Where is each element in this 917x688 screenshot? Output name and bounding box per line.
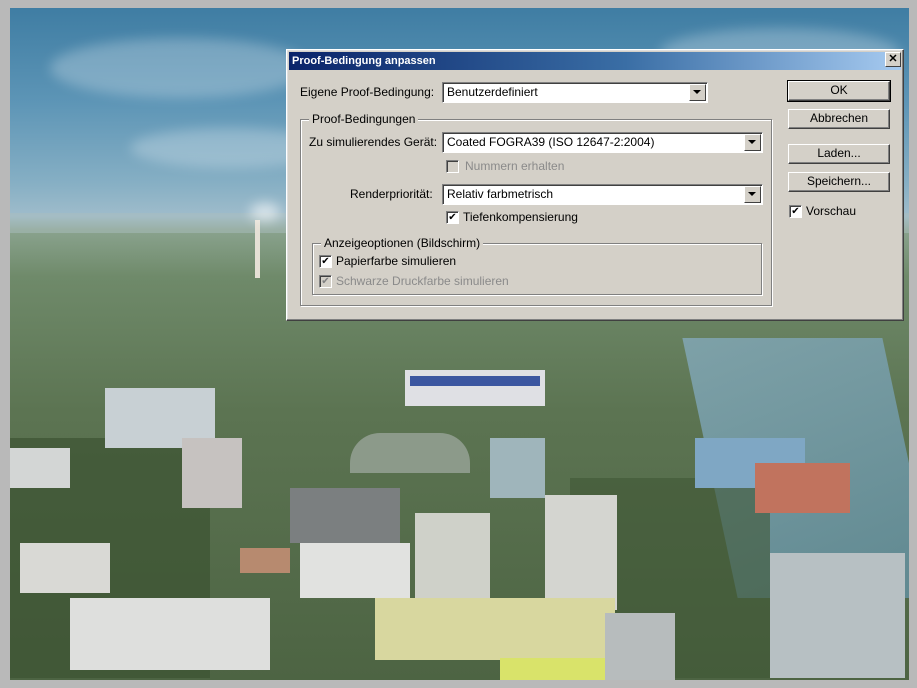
preview-checkbox[interactable]: ✔ (789, 205, 802, 218)
custom-proof-value: Benutzerdefiniert (447, 85, 538, 99)
building (415, 513, 490, 598)
cancel-button[interactable]: Abbrechen (788, 109, 890, 129)
simulate-paper-checkbox[interactable]: ✔ (319, 255, 332, 268)
rendering-intent-select[interactable]: Relativ farbmetrisch (442, 184, 763, 205)
building (410, 376, 540, 386)
proof-conditions-legend: Proof-Bedingungen (309, 112, 419, 126)
dialog-title: Proof-Bedingung anpassen (292, 55, 436, 67)
checkmark-icon: ✔ (448, 212, 457, 223)
building (350, 433, 470, 473)
building (300, 543, 410, 598)
building (70, 598, 270, 670)
building (240, 548, 290, 573)
preview-label: Vorschau (806, 204, 857, 218)
building (375, 598, 615, 660)
checkmark-icon: ✔ (321, 276, 330, 287)
preserve-numbers-checkbox (446, 160, 459, 173)
custom-proof-select[interactable]: Benutzerdefiniert (442, 82, 708, 103)
building (490, 438, 545, 498)
chevron-down-icon[interactable] (744, 134, 761, 151)
building (182, 438, 242, 508)
dialog-titlebar[interactable]: Proof-Bedingung anpassen (289, 52, 901, 70)
rendering-intent-value: Relativ farbmetrisch (447, 187, 554, 201)
device-label: Zu simulierendes Gerät: (309, 135, 438, 149)
close-button[interactable]: ✕ (885, 52, 901, 67)
rendering-intent-label: Renderpriorität: (350, 187, 433, 201)
building (290, 488, 400, 543)
building (755, 463, 850, 513)
building (500, 658, 610, 680)
black-point-compensation-checkbox[interactable]: ✔ (446, 211, 459, 224)
load-button[interactable]: Laden... (788, 144, 890, 164)
device-value: Coated FOGRA39 (ISO 12647-2:2004) (447, 135, 655, 149)
preserve-numbers-label: Nummern erhalten (465, 159, 565, 173)
checkmark-icon: ✔ (791, 206, 800, 217)
close-icon: ✕ (888, 53, 898, 65)
chimney (255, 220, 260, 278)
building (545, 495, 617, 610)
custom-proof-label: Eigene Proof-Bedingung: (300, 85, 435, 99)
building (605, 613, 675, 680)
checkmark-icon: ✔ (321, 256, 330, 267)
chevron-down-icon[interactable] (689, 84, 706, 101)
simulate-black-ink-label: Schwarze Druckfarbe simulieren (336, 274, 509, 288)
black-point-compensation-label: Tiefenkompensierung (463, 210, 578, 224)
simulate-paper-label: Papierfarbe simulieren (336, 254, 457, 268)
save-button[interactable]: Speichern... (788, 172, 890, 192)
device-select[interactable]: Coated FOGRA39 (ISO 12647-2:2004) (442, 132, 763, 153)
proof-setup-dialog: Proof-Bedingung anpassen ✕ Eigene Proof-… (286, 49, 904, 321)
ok-button[interactable]: OK (787, 80, 891, 102)
building (770, 553, 905, 678)
simulate-black-ink-checkbox: ✔ (319, 275, 332, 288)
chevron-down-icon[interactable] (744, 186, 761, 203)
display-options-legend: Anzeigeoptionen (Bildschirm) (321, 236, 484, 250)
building (20, 543, 110, 593)
building (10, 448, 70, 488)
